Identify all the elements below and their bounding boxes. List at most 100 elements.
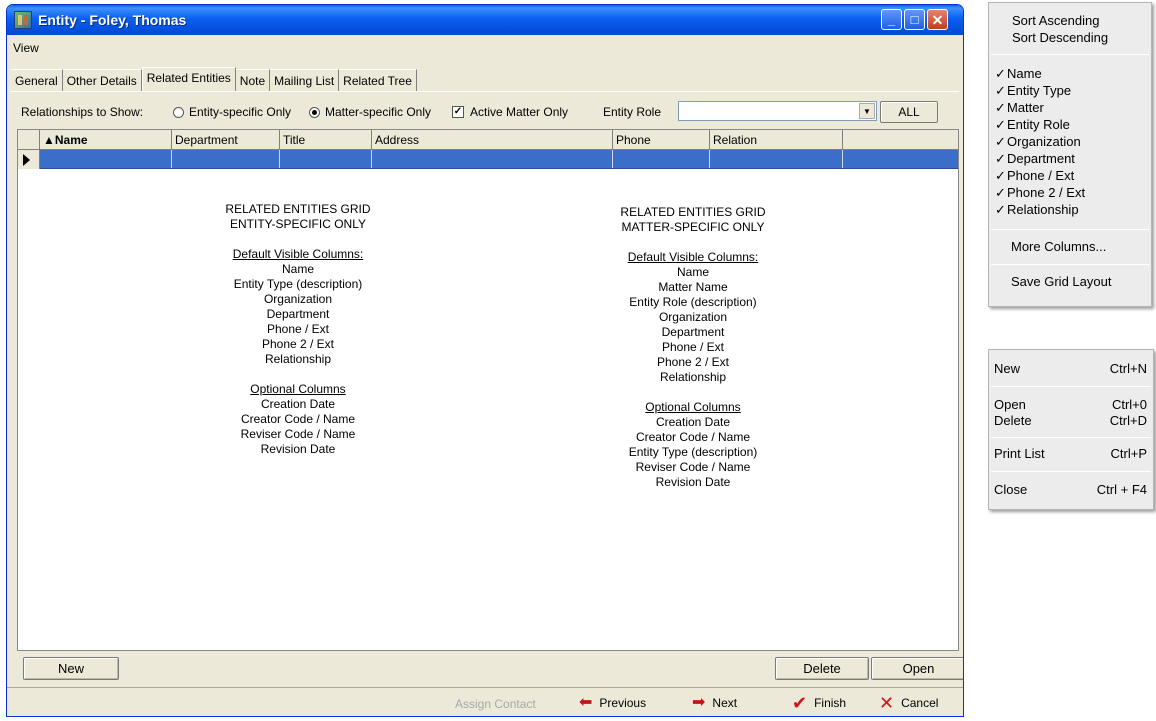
tab-general[interactable]: General bbox=[11, 69, 63, 91]
checkmark-icon: ✓ bbox=[995, 185, 1006, 200]
menu-item-label: Entity Type bbox=[1007, 83, 1072, 98]
notes-title: RELATED ENTITIES GRID bbox=[620, 205, 766, 219]
radio-checked-icon bbox=[309, 106, 320, 118]
menu-item-column-name[interactable]: ✓ Name bbox=[989, 66, 1151, 82]
tab-note[interactable]: Note bbox=[235, 69, 271, 91]
table-cell[interactable] bbox=[710, 150, 843, 168]
list-item: Creation Date bbox=[260, 397, 336, 411]
tab-related-entities[interactable]: Related Entities bbox=[141, 67, 236, 91]
open-button[interactable]: Open bbox=[871, 657, 963, 680]
menu-item-shortcut: Ctrl + F4 bbox=[1096, 482, 1147, 497]
menu-item-sort-descending[interactable]: Sort Descending bbox=[989, 30, 1151, 46]
list-item: Matter Name bbox=[658, 280, 728, 294]
title-bar[interactable]: Entity - Foley, Thomas _ □ ✕ bbox=[7, 5, 963, 35]
checkbox-checked-icon: ✓ bbox=[452, 106, 464, 118]
cancel-label: Cancel bbox=[901, 696, 939, 710]
menu-item-print-list[interactable]: Print List Ctrl+P bbox=[989, 446, 1153, 462]
notes-title: RELATED ENTITIES GRID bbox=[225, 202, 371, 216]
menu-separator bbox=[991, 54, 1149, 55]
maximize-button[interactable]: □ bbox=[904, 9, 925, 30]
checkmark-icon: ✓ bbox=[995, 100, 1006, 115]
next-button[interactable]: ➡ Next bbox=[692, 695, 737, 711]
table-cell[interactable] bbox=[40, 150, 172, 168]
tab-mailing-list[interactable]: Mailing List bbox=[270, 69, 340, 91]
menu-item-column-entity-role[interactable]: ✓ Entity Role bbox=[989, 117, 1151, 133]
menu-item-delete[interactable]: Delete Ctrl+D bbox=[989, 413, 1153, 429]
column-context-menu: Sort Ascending Sort Descending ✓ Name ✓ En… bbox=[988, 2, 1152, 307]
menu-item-sort-ascending[interactable]: Sort Ascending bbox=[989, 13, 1151, 29]
list-item: Entity Type (description) bbox=[628, 445, 758, 459]
matter-specific-label: Matter-specific Only bbox=[325, 105, 432, 119]
menu-item-save-grid-layout[interactable]: Save Grid Layout bbox=[989, 274, 1151, 290]
finish-label: Finish bbox=[814, 696, 847, 710]
menu-item-column-phone-ext[interactable]: ✓ Phone / Ext bbox=[989, 168, 1151, 184]
menu-item-label: Department bbox=[1007, 151, 1075, 166]
assign-contact-button[interactable]: Assign Contact bbox=[455, 697, 536, 711]
menu-item-more-columns[interactable]: More Columns... bbox=[989, 239, 1151, 255]
cancel-button[interactable]: ✕ Cancel bbox=[879, 694, 938, 712]
chevron-down-icon[interactable]: ▼ bbox=[859, 103, 875, 119]
checkmark-icon: ✓ bbox=[995, 134, 1006, 149]
table-cell[interactable] bbox=[280, 150, 372, 168]
menu-item-label: More Columns... bbox=[1011, 239, 1107, 254]
menu-item-column-department[interactable]: ✓ Department bbox=[989, 151, 1151, 167]
menu-item-column-matter[interactable]: ✓ Matter bbox=[989, 100, 1151, 116]
list-item: Department bbox=[266, 307, 330, 321]
minimize-button[interactable]: _ bbox=[881, 9, 902, 30]
previous-button[interactable]: ⬅ Previous bbox=[579, 695, 646, 711]
checkmark-icon: ✓ bbox=[995, 151, 1006, 166]
active-matter-checkbox[interactable]: ✓ Active Matter Only bbox=[452, 105, 568, 119]
tab-other-details[interactable]: Other Details bbox=[62, 69, 142, 91]
table-row[interactable] bbox=[18, 150, 958, 169]
menu-item-new[interactable]: New Ctrl+N bbox=[989, 361, 1153, 377]
menu-item-label: Phone / Ext bbox=[1007, 168, 1075, 183]
column-header-title[interactable]: Title bbox=[280, 130, 372, 149]
list-item: Reviser Code / Name bbox=[240, 427, 356, 441]
related-entities-grid[interactable]: ▲Name Department Title Address Phone Rel… bbox=[17, 129, 959, 651]
finish-button[interactable]: ✔ Finish bbox=[792, 694, 846, 712]
menu-item-shortcut: Ctrl+P bbox=[1110, 446, 1147, 461]
column-header-address[interactable]: Address bbox=[372, 130, 613, 149]
list-item: Organization bbox=[658, 310, 728, 324]
entity-specific-label: Entity-specific Only bbox=[189, 105, 292, 119]
delete-button[interactable]: Delete bbox=[775, 657, 869, 680]
row-pointer-icon bbox=[23, 154, 30, 166]
table-cell[interactable] bbox=[613, 150, 710, 168]
entity-specific-radio[interactable]: Entity-specific Only bbox=[173, 105, 291, 119]
tab-strip: General Other Details Related Entities N… bbox=[11, 67, 417, 91]
optional-columns-heading: Optional Columns bbox=[250, 382, 346, 396]
matter-specific-radio[interactable]: Matter-specific Only bbox=[309, 105, 431, 119]
menu-item-column-relationship[interactable]: ✓ Relationship bbox=[989, 202, 1151, 218]
entity-role-dropdown[interactable]: ▼ bbox=[678, 101, 877, 121]
column-header-name[interactable]: ▲Name bbox=[40, 130, 172, 149]
default-columns-heading: Default Visible Columns: bbox=[627, 250, 759, 264]
menu-item-column-entity-type[interactable]: ✓ Entity Type bbox=[989, 83, 1151, 99]
checkmark-icon: ✓ bbox=[995, 66, 1006, 81]
menu-separator bbox=[991, 229, 1149, 230]
column-header-relation[interactable]: Relation bbox=[710, 130, 843, 149]
menu-item-label: Save Grid Layout bbox=[1011, 274, 1112, 289]
menu-view[interactable]: View bbox=[13, 41, 39, 55]
close-button[interactable]: ✕ bbox=[927, 9, 948, 30]
all-button[interactable]: ALL bbox=[880, 101, 938, 123]
new-button[interactable]: New bbox=[23, 657, 119, 680]
tab-panel-edge bbox=[11, 91, 959, 92]
menu-item-column-phone2-ext[interactable]: ✓ Phone 2 / Ext bbox=[989, 185, 1151, 201]
menu-item-label: Open bbox=[994, 397, 1026, 412]
menu-separator bbox=[991, 386, 1151, 387]
list-item: Revision Date bbox=[655, 475, 731, 489]
menu-item-close[interactable]: Close Ctrl + F4 bbox=[989, 482, 1153, 498]
menu-separator bbox=[991, 471, 1151, 472]
column-header-phone[interactable]: Phone bbox=[613, 130, 710, 149]
list-item: Phone / Ext bbox=[266, 322, 330, 336]
menu-item-open[interactable]: Open Ctrl+0 bbox=[989, 397, 1153, 413]
menu-item-shortcut: Ctrl+0 bbox=[1111, 397, 1147, 412]
tab-related-tree[interactable]: Related Tree bbox=[339, 69, 417, 91]
entity-specific-notes: RELATED ENTITIES GRID ENTITY-SPECIFIC ON… bbox=[188, 202, 408, 457]
menu-item-label: Organization bbox=[1007, 134, 1081, 149]
table-cell[interactable] bbox=[372, 150, 613, 168]
column-header-department[interactable]: Department bbox=[172, 130, 280, 149]
table-cell[interactable] bbox=[172, 150, 280, 168]
menu-item-column-organization[interactable]: ✓ Organization bbox=[989, 134, 1151, 150]
list-item: Revision Date bbox=[260, 442, 336, 456]
